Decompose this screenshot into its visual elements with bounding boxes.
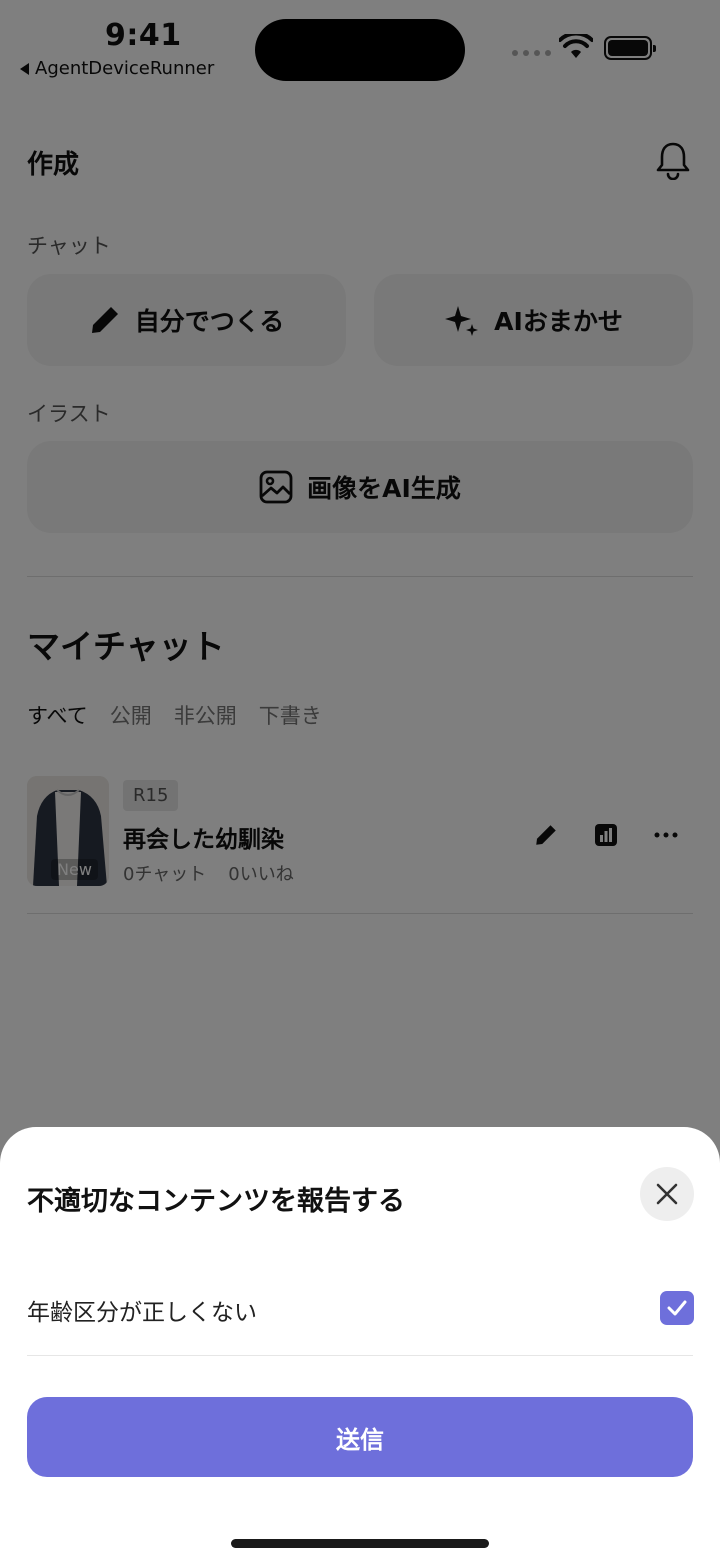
report-sheet: 不適切なコンテンツを報告する 年齢区分が正しくない 送信 bbox=[0, 1127, 720, 1561]
reason-checkbox[interactable] bbox=[660, 1291, 694, 1325]
report-sheet-title: 不適切なコンテンツを報告する bbox=[27, 1186, 405, 1217]
sheet-divider bbox=[27, 1355, 693, 1356]
checkmark-icon bbox=[667, 1300, 687, 1316]
close-icon bbox=[656, 1183, 678, 1205]
submit-button[interactable]: 送信 bbox=[27, 1397, 693, 1477]
close-button[interactable] bbox=[640, 1167, 694, 1221]
home-indicator[interactable] bbox=[231, 1539, 489, 1548]
reason-label: 年齢区分が正しくない bbox=[27, 1300, 257, 1326]
